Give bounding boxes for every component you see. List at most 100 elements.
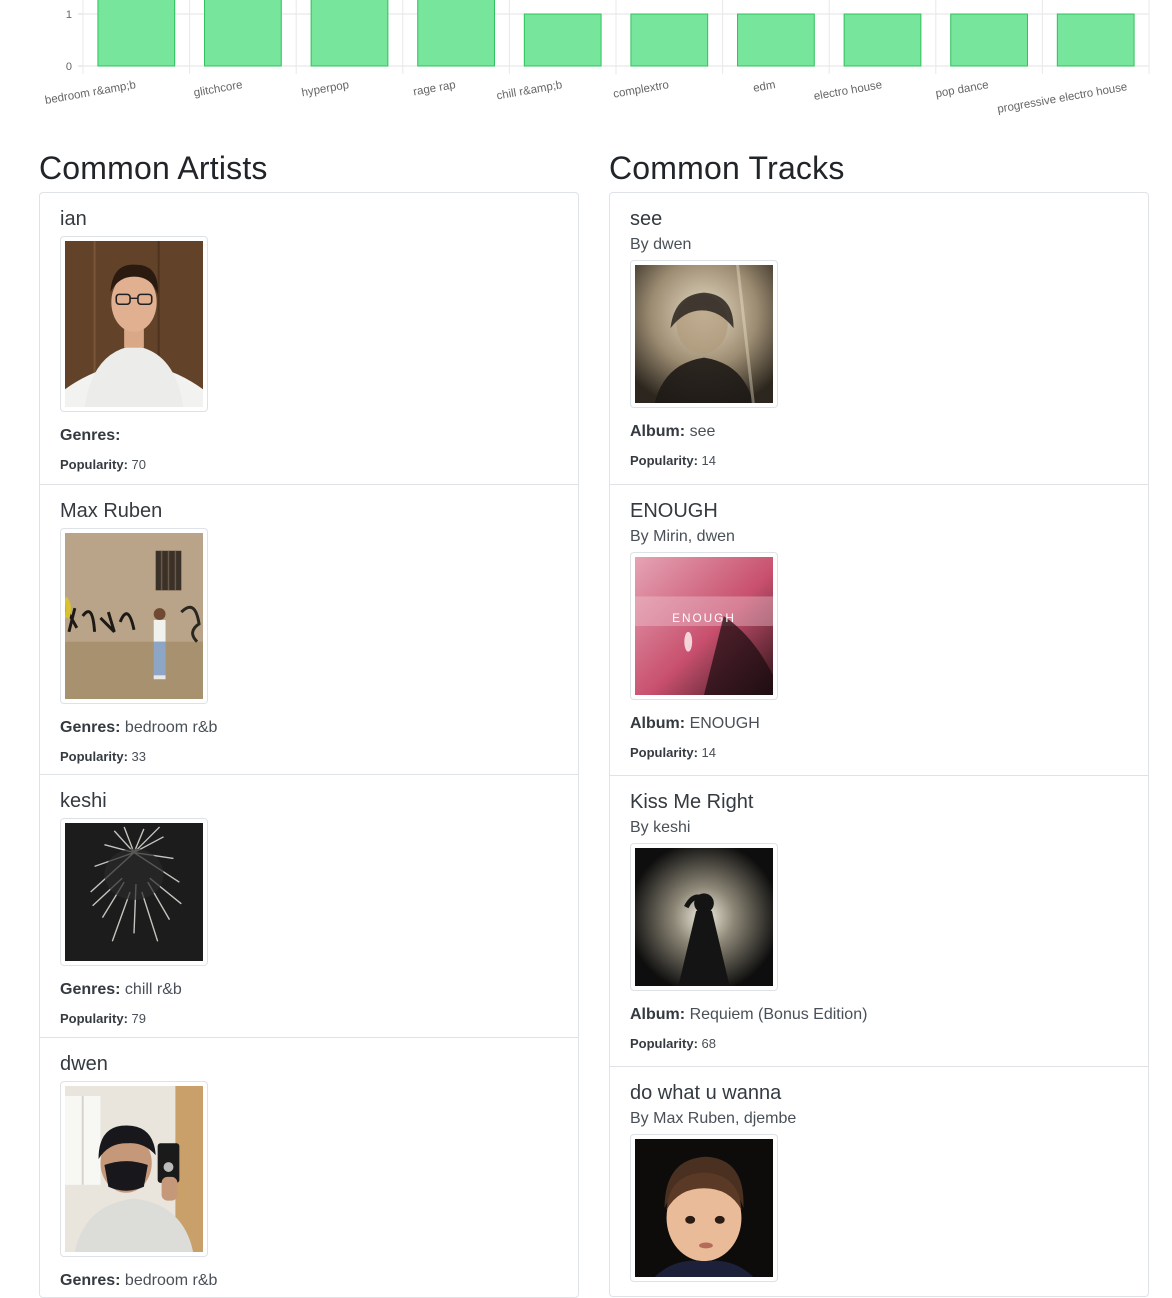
track-cover-kiss-me-right xyxy=(630,843,778,991)
track-album: Album: see xyxy=(630,422,1128,442)
artist-photo xyxy=(65,823,203,961)
common-tracks-section: Common Tracks see By dwen Album: see Pop… xyxy=(609,146,1149,1297)
x-tick-label: chill r&amp;b xyxy=(496,79,564,102)
artist-list: ian Genres: Popularity: 70 Max Ruben Gen… xyxy=(39,192,579,1298)
album-label: Album: xyxy=(630,1006,686,1023)
track-name: Kiss Me Right xyxy=(630,791,754,813)
artist-popularity: Popularity: 33 xyxy=(60,748,558,766)
x-tick-label: rage rap xyxy=(412,79,456,98)
artist-image-dwen xyxy=(60,1081,208,1257)
track-popularity: Popularity: 14 xyxy=(630,452,1128,470)
bar[interactable] xyxy=(843,13,922,67)
bar[interactable] xyxy=(1056,13,1135,67)
track-card-kiss-me-right: Kiss Me Right By keshi Album: Requiem (B… xyxy=(610,775,1148,1066)
popularity-value: 14 xyxy=(701,745,716,760)
genre-bar-chart: 0 1 bedroom r&amp;b glitchcore hyperpop rage … xyxy=(44,0,1150,116)
genres-value: chill r&b xyxy=(124,981,182,998)
album-value: see xyxy=(689,423,716,440)
popularity-label: Popularity: xyxy=(630,745,698,760)
album-cover: ENOUGH xyxy=(635,557,773,695)
popularity-value: 68 xyxy=(701,1036,716,1051)
track-name: ENOUGH xyxy=(630,500,718,522)
genres-label: Genres: xyxy=(60,719,121,736)
album-cover xyxy=(635,264,773,404)
x-tick-label: electro house xyxy=(813,79,883,103)
track-list: see By dwen Album: see Popularity: 14 EN… xyxy=(609,192,1149,1297)
x-tick-label: pop dance xyxy=(935,79,990,100)
bar[interactable] xyxy=(950,13,1028,67)
genres-value: bedroom r&b xyxy=(124,719,218,736)
bar[interactable] xyxy=(204,0,282,67)
artist-image-ian xyxy=(60,236,208,412)
track-cover-do-what-u-wanna xyxy=(630,1134,778,1282)
album-cover-text: ENOUGH xyxy=(672,611,736,625)
track-cover-see xyxy=(630,260,778,408)
x-tick-label: progressive electro house xyxy=(996,81,1128,116)
artist-popularity: Popularity: 79 xyxy=(60,1010,558,1028)
genres-label: Genres: xyxy=(60,427,121,444)
genres-label: Genres: xyxy=(60,1272,121,1289)
popularity-value: 33 xyxy=(131,749,146,764)
artist-image-max-ruben xyxy=(60,528,208,704)
album-value: ENOUGH xyxy=(689,715,760,732)
popularity-label: Popularity: xyxy=(60,1011,128,1026)
artist-photo xyxy=(62,533,203,699)
track-album: Album: Requiem (Bonus Edition) xyxy=(630,1005,1128,1025)
track-artists: By dwen xyxy=(630,236,692,253)
popularity-label: Popularity: xyxy=(630,1036,698,1051)
track-artists: By Max Ruben, djembe xyxy=(630,1110,797,1127)
bar[interactable] xyxy=(523,13,602,67)
artist-card-ian: ian Genres: Popularity: 70 xyxy=(40,193,578,484)
bar[interactable] xyxy=(417,0,495,67)
album-label: Album: xyxy=(630,715,686,732)
track-popularity: Popularity: 68 xyxy=(630,1035,1128,1053)
x-tick-label: complextro xyxy=(612,79,669,101)
bar[interactable] xyxy=(310,0,389,67)
artist-photo xyxy=(65,241,203,407)
track-card-enough: ENOUGH By Mirin, dwen ENOUGH Album: ENOU… xyxy=(610,484,1148,775)
artist-card-keshi: keshi Genres: chill r&b Popularity: 79 xyxy=(40,774,578,1037)
bar[interactable] xyxy=(630,13,709,67)
artist-genres: Genres: bedroom r&b xyxy=(60,1271,558,1291)
popularity-value: 14 xyxy=(701,453,716,468)
track-name: see xyxy=(630,208,663,230)
popularity-value: 79 xyxy=(131,1011,146,1026)
track-card-see: see By dwen Album: see Popularity: 14 xyxy=(610,193,1148,484)
section-title-artists: Common Artists xyxy=(39,150,268,186)
genres-value: bedroom r&b xyxy=(124,1272,218,1289)
artist-name: dwen xyxy=(60,1053,108,1075)
x-tick-label: edm xyxy=(752,79,776,95)
popularity-value: 70 xyxy=(131,457,146,472)
x-tick-label: glitchcore xyxy=(193,79,244,99)
artist-card-dwen: dwen Genres: bedroom r&b xyxy=(40,1037,578,1297)
popularity-label: Popularity: xyxy=(60,749,128,764)
x-tick-label: bedroom r&amp;b xyxy=(44,79,137,107)
section-title-tracks: Common Tracks xyxy=(609,150,845,186)
artist-genres: Genres: chill r&b xyxy=(60,980,558,1000)
y-tick-label: 1 xyxy=(66,9,72,21)
track-artists: By keshi xyxy=(630,819,691,836)
track-name: do what u wanna xyxy=(630,1082,782,1104)
track-album: Album: ENOUGH xyxy=(630,714,1128,734)
x-tick-label: hyperpop xyxy=(301,79,350,99)
popularity-label: Popularity: xyxy=(60,457,128,472)
album-cover xyxy=(635,848,773,986)
bar[interactable] xyxy=(97,0,176,67)
bar[interactable] xyxy=(737,13,815,67)
artist-card-max-ruben: Max Ruben Genres: bedroom r&b Popularity… xyxy=(40,484,578,774)
artist-image-keshi xyxy=(60,818,208,966)
track-artists: By Mirin, dwen xyxy=(630,528,735,545)
album-value: Requiem (Bonus Edition) xyxy=(689,1006,868,1023)
common-artists-section: Common Artists ian Genres: Popularity: 7… xyxy=(39,146,579,1298)
album-label: Album: xyxy=(630,423,686,440)
track-card-do-what-u-wanna: do what u wanna By Max Ruben, djembe xyxy=(610,1066,1148,1296)
artist-name: Max Ruben xyxy=(60,500,163,522)
y-tick-label: 0 xyxy=(66,61,72,73)
artist-genres: Genres: xyxy=(60,426,558,446)
genres-label: Genres: xyxy=(60,981,121,998)
track-popularity: Popularity: 14 xyxy=(630,744,1128,762)
track-cover-enough: ENOUGH xyxy=(630,552,778,700)
artist-photo xyxy=(65,1086,203,1252)
popularity-label: Popularity: xyxy=(630,453,698,468)
artist-name: ian xyxy=(60,208,87,230)
